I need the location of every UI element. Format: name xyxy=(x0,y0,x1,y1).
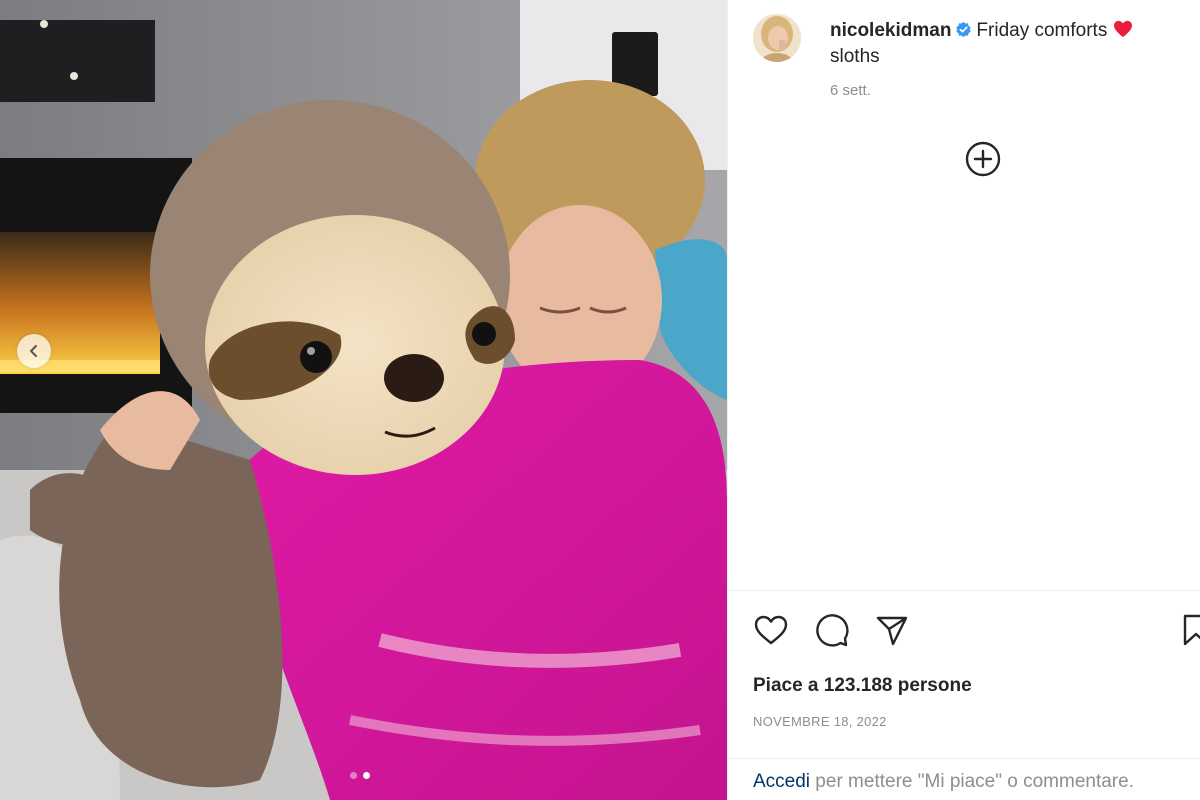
avatar[interactable] xyxy=(753,14,801,62)
photo-scene xyxy=(0,0,727,800)
heart-outline-icon xyxy=(754,615,788,645)
comment-button[interactable] xyxy=(814,612,850,648)
load-more-comments-button[interactable] xyxy=(965,141,1001,177)
divider xyxy=(728,758,1200,759)
caption-text-line2: sloths xyxy=(830,46,880,67)
carousel-dot-active xyxy=(363,772,370,779)
save-button[interactable] xyxy=(1180,612,1200,648)
carousel-dot xyxy=(350,772,357,779)
like-button[interactable] xyxy=(753,612,789,648)
divider xyxy=(728,590,1200,591)
share-button[interactable] xyxy=(874,612,910,648)
login-prompt: Accedi per mettere "Mi piace" o commenta… xyxy=(753,771,1134,793)
verified-badge-icon xyxy=(956,21,972,38)
comment-bubble-icon xyxy=(816,614,849,647)
login-link[interactable]: Accedi xyxy=(753,771,810,792)
profile-photo xyxy=(753,14,801,62)
carousel-prev-button[interactable] xyxy=(17,334,51,368)
likes-count[interactable]: Piace a 123.188 persone xyxy=(753,675,972,697)
post-photo xyxy=(0,0,727,800)
post-date: NOVEMBRE 18, 2022 xyxy=(753,714,887,729)
post-caption: nicolekidman Friday comforts sloths xyxy=(830,18,1190,70)
username-link[interactable]: nicolekidman xyxy=(830,20,951,41)
add-circle-icon xyxy=(965,141,1001,177)
post-details-panel: nicolekidman Friday comforts sloths 6 sett… xyxy=(727,0,1200,800)
caption-text: Friday comforts xyxy=(976,20,1108,41)
login-prompt-text: per mettere "Mi piace" o commentare. xyxy=(810,771,1134,792)
paper-plane-icon xyxy=(876,616,908,646)
post-time-ago: 6 sett. xyxy=(830,82,871,99)
chevron-left-icon xyxy=(30,345,37,357)
carousel-indicator xyxy=(350,772,370,779)
bookmark-icon xyxy=(1183,614,1200,646)
red-heart-emoji-icon xyxy=(1114,20,1133,38)
